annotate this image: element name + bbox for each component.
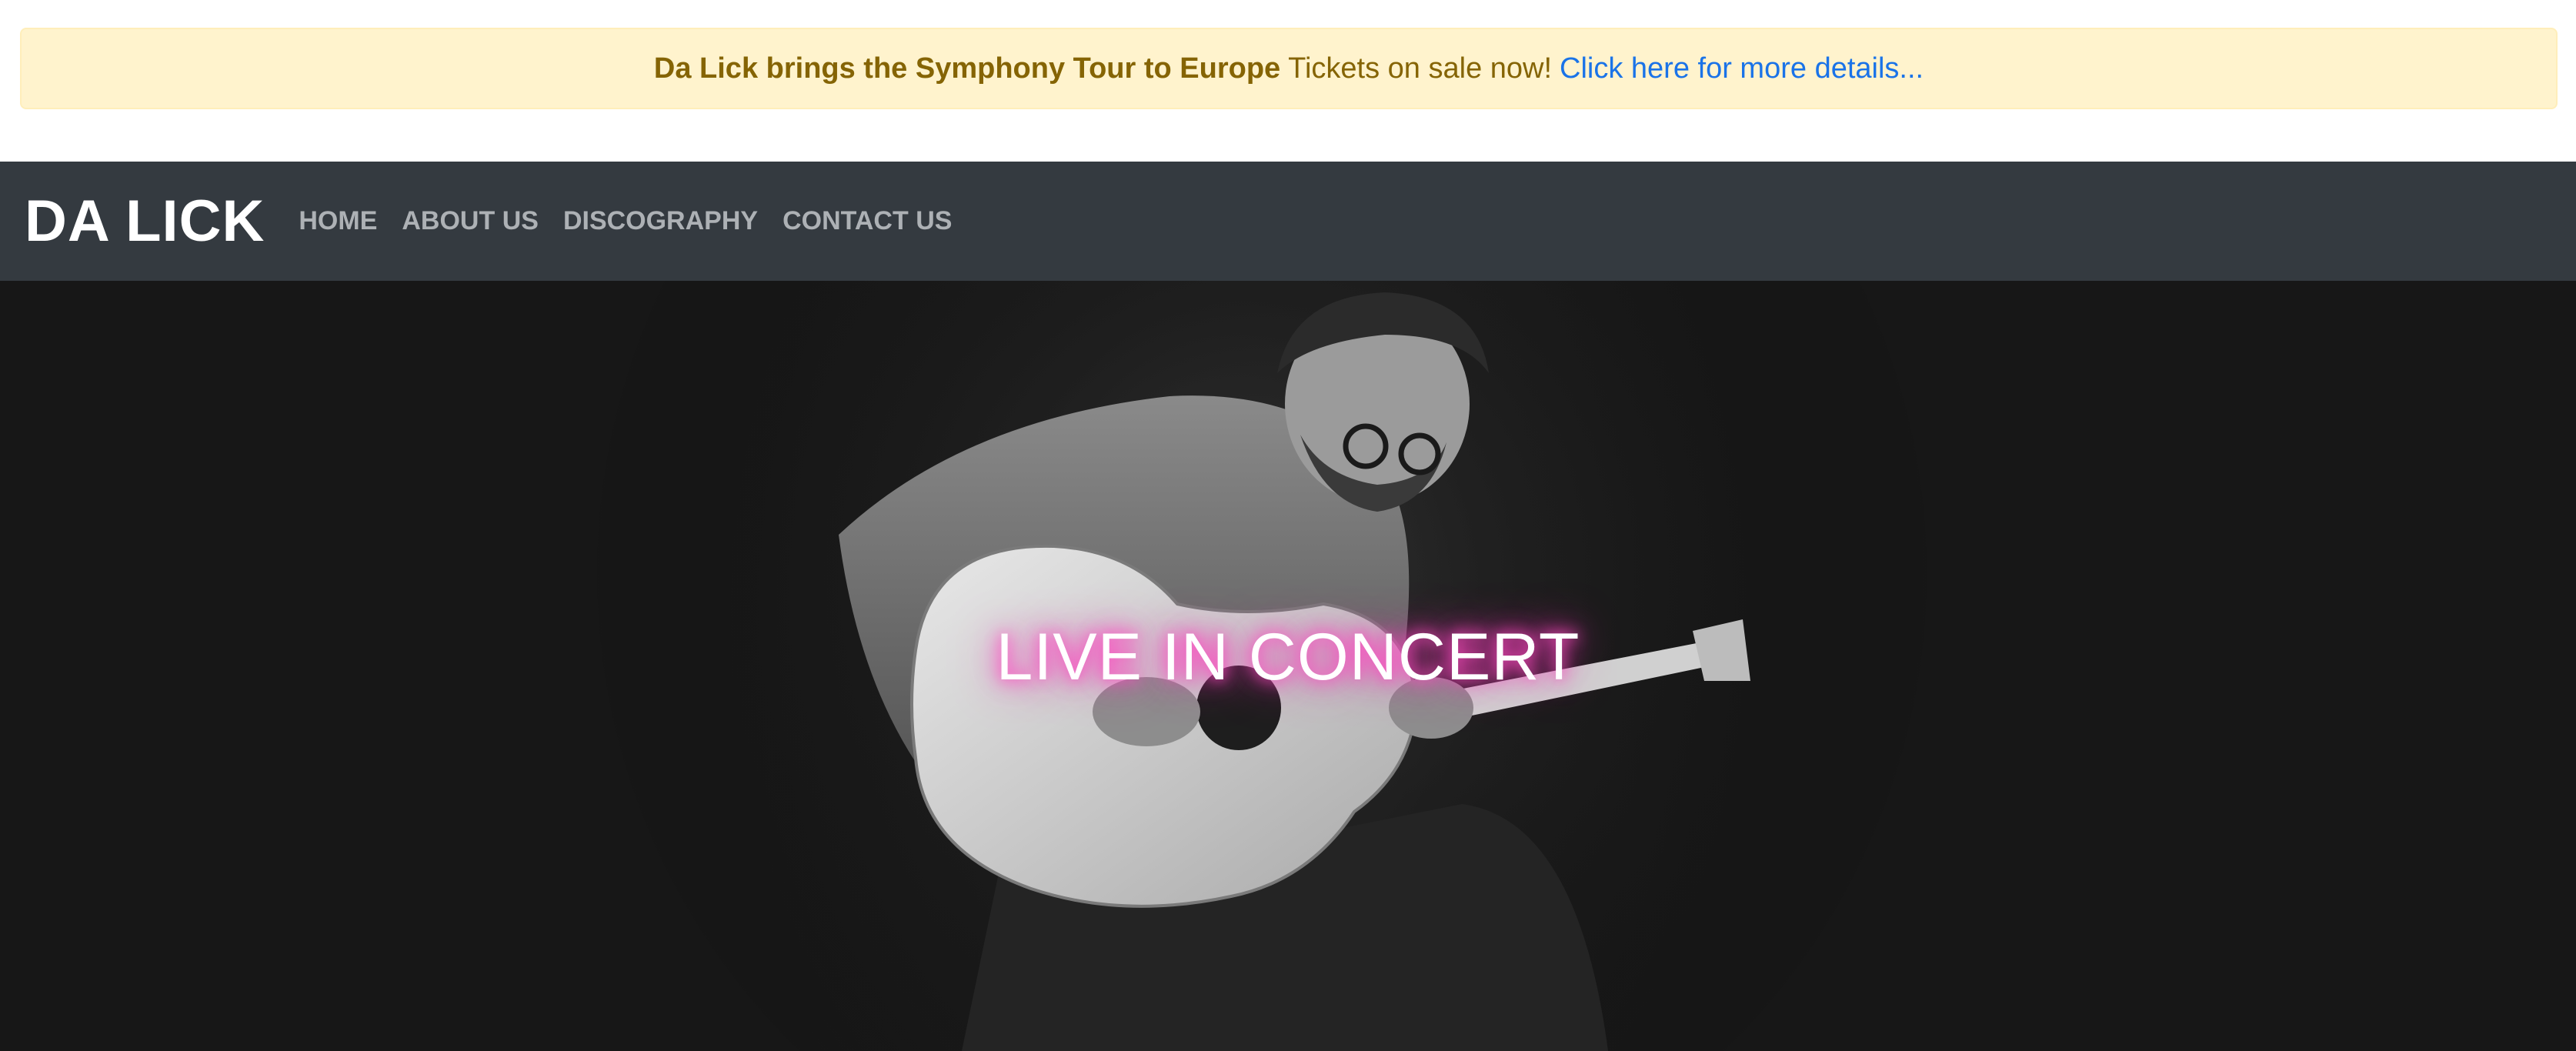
alert-headline: Da Lick brings the Symphony Tour to Euro… (653, 52, 1281, 85)
brand-logo[interactable]: DA LICK (25, 188, 265, 255)
hero-title: LIVE IN CONCERT (996, 620, 1580, 694)
announcement-alert: Da Lick brings the Symphony Tour to Euro… (20, 28, 2558, 109)
main-navbar: DA LICK HOME ABOUT US DISCOGRAPHY CONTAC… (0, 162, 2576, 281)
announcement-area: Da Lick brings the Symphony Tour to Euro… (0, 0, 2576, 162)
alert-message: Tickets on sale now! (1288, 52, 1553, 85)
nav-item-home[interactable]: HOME (299, 206, 377, 236)
nav-item-contact-us[interactable]: CONTACT US (782, 206, 952, 236)
nav-item-discography[interactable]: DISCOGRAPHY (563, 206, 758, 236)
alert-details-link[interactable]: Click here for more details... (1560, 52, 1924, 85)
nav-item-about-us[interactable]: ABOUT US (402, 206, 539, 236)
hero-section: LIVE IN CONCERT (0, 281, 2576, 1051)
